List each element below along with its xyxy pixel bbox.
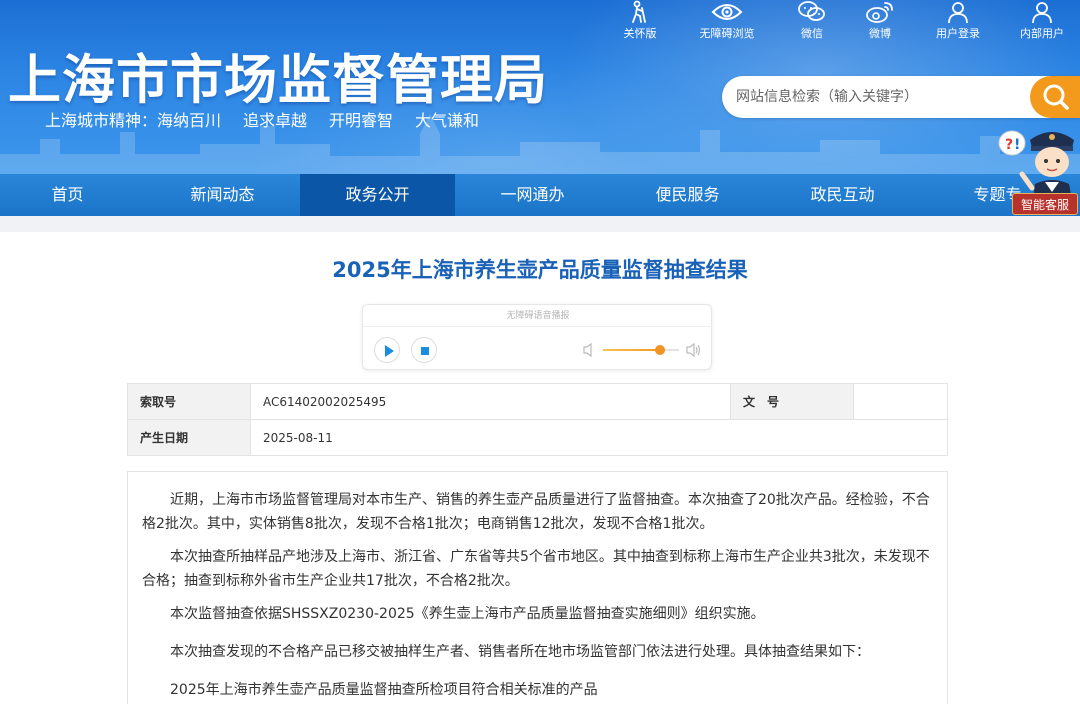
user-icon	[1032, 2, 1052, 24]
document-number-value	[853, 383, 948, 420]
article-paragraph: 近期，上海市市场监督管理局对本市生产、销售的养生壶产品质量进行了监督抽查。本次抽…	[142, 492, 930, 532]
wechat-icon	[798, 1, 825, 21]
wechat-button[interactable]: 微信	[777, 0, 847, 41]
article-container: 2025年上海市养生壶产品质量监督抽查结果 无障碍语音播报 索取号 AC6140…	[0, 232, 1080, 704]
elder-care-mode-button[interactable]: 关怀版	[605, 0, 675, 41]
site-title: 上海市市场监督管理局	[8, 50, 548, 111]
nav-item-interaction[interactable]: 政民互动	[765, 174, 920, 216]
site-search	[722, 76, 1080, 118]
stop-button[interactable]	[411, 337, 437, 363]
svg-text:!: !	[1014, 137, 1020, 153]
search-input[interactable]	[736, 86, 1026, 108]
svg-text:?: ?	[1005, 137, 1013, 153]
play-button[interactable]	[374, 337, 400, 363]
volume-high-icon[interactable]	[685, 342, 703, 358]
weibo-icon	[866, 2, 893, 23]
toolbar-label: 微博	[869, 27, 891, 40]
nav-item-public-services[interactable]: 便民服务	[610, 174, 765, 216]
article-paragraph: 本次抽查所抽样品产地涉及上海市、浙江省、广东省等共5个省市地区。其中抽查到标称上…	[142, 549, 930, 589]
date-value: 2025-08-11	[250, 419, 948, 456]
motto-item: 追求卓越	[243, 111, 308, 130]
motto-prefix: 上海城市精神：海纳百川	[45, 111, 222, 130]
toolbar-label: 内部用户	[1020, 27, 1064, 40]
volume-fill	[603, 349, 660, 351]
user-login-button[interactable]: 用户登录	[923, 0, 993, 41]
toolbar-label: 用户登录	[936, 27, 980, 40]
stop-icon	[421, 347, 429, 355]
volume-knob[interactable]	[655, 345, 665, 355]
nav-item-online-services[interactable]: 一网通办	[455, 174, 610, 216]
volume-low-icon[interactable]	[582, 342, 596, 358]
user-icon	[948, 2, 968, 24]
motto-item: 开明睿智	[329, 111, 394, 130]
eye-icon	[711, 4, 743, 20]
article-title: 2025年上海市养生壶产品质量监督抽查结果	[332, 258, 748, 282]
toolbar-label: 无障碍浏览	[699, 27, 755, 40]
nav-item-government-affairs[interactable]: 政务公开	[300, 174, 455, 216]
site-header: 上海市市场监督管理局 上海城市精神：海纳百川 追求卓越 开明睿智 大气谦和 关怀版 无…	[0, 0, 1080, 174]
article-paragraph: 本次抽查发现的不合格产品已移交被抽样生产者、销售者所在地市场监管部门依法进行处理…	[170, 644, 870, 660]
audio-player: 无障碍语音播报	[362, 304, 713, 370]
toolbar-label: 微信	[801, 27, 823, 40]
volume-slider[interactable]	[603, 345, 679, 355]
main-nav: 首页 新闻动态 政务公开 一网通办 便民服务 政民互动 专题专	[0, 174, 1080, 216]
article-body: 近期，上海市市场监督管理局对本市生产、销售的养生壶产品质量进行了监督抽查。本次抽…	[127, 471, 948, 704]
accessibility-button[interactable]: 无障碍浏览	[692, 0, 762, 41]
document-number-label: 文 号	[730, 383, 854, 420]
smart-customer-service-button[interactable]: 智能客服	[1012, 193, 1078, 215]
weibo-button[interactable]: 微博	[845, 0, 915, 41]
search-button[interactable]	[1030, 76, 1080, 118]
document-meta-table: 索取号 AC61402002025495 文 号 产生日期 2025-08-11	[127, 383, 948, 456]
motto-item: 大气谦和	[415, 111, 480, 130]
player-label: 无障碍语音播报	[363, 305, 713, 327]
index-number-label: 索取号	[127, 383, 251, 420]
article-paragraph: 2025年上海市养生壶产品质量监督抽查所检项目符合相关标准的产品	[170, 682, 598, 698]
city-motto: 上海城市精神：海纳百川 追求卓越 开明睿智 大气谦和	[45, 107, 501, 131]
nav-item-news[interactable]: 新闻动态	[145, 174, 300, 216]
top-toolbar: 关怀版 无障碍浏览 微信 微博 用户登录 内部用户	[600, 0, 1080, 42]
search-icon	[1043, 84, 1069, 110]
article-paragraph: 本次监督抽查依据SHSSXZ0230-2025《养生壶上海市产品质量监督抽查实施…	[170, 606, 765, 622]
index-number-value: AC61402002025495	[250, 383, 731, 420]
date-label: 产生日期	[127, 419, 251, 456]
nav-item-home[interactable]: 首页	[0, 174, 145, 216]
play-icon	[385, 345, 394, 357]
internal-user-button[interactable]: 内部用户	[1007, 0, 1077, 41]
elder-care-icon	[632, 0, 646, 23]
toolbar-label: 关怀版	[623, 27, 657, 40]
